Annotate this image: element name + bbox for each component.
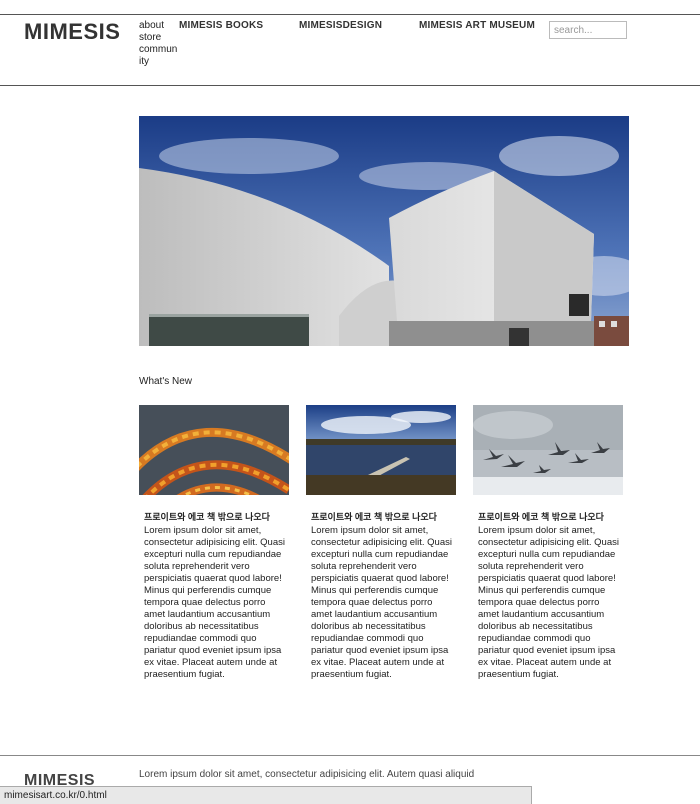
footer-rule xyxy=(0,755,700,756)
nav-community[interactable]: community xyxy=(139,44,179,68)
card-image-link[interactable] xyxy=(473,405,623,495)
braided-rope-photo xyxy=(139,405,289,495)
card-image-link[interactable] xyxy=(306,405,456,495)
geese-flying-photo xyxy=(473,405,623,495)
site-logo[interactable]: MIMESIS xyxy=(24,19,120,45)
nav-mimesis-art-museum[interactable]: MIMESIS ART MUSEUM xyxy=(419,20,535,31)
card-title[interactable]: 프로이트와 에코 책 밖으로 나오다 xyxy=(144,511,284,523)
card-image-link[interactable] xyxy=(139,405,289,495)
museum-building-photo xyxy=(139,116,629,346)
card-body: Lorem ipsum dolor sit amet, consectetur … xyxy=(144,525,285,680)
hero-image[interactable] xyxy=(139,116,629,346)
whats-new-heading: What's New xyxy=(139,376,193,387)
nav-mimesis-books[interactable]: MIMESIS BOOKS xyxy=(179,20,263,31)
browser-status-bar: mimesisart.co.kr/0.html xyxy=(0,786,532,804)
lake-pier-photo xyxy=(306,405,456,495)
nav-about[interactable]: about xyxy=(139,20,179,32)
nav-store[interactable]: store xyxy=(139,32,179,44)
search-input[interactable] xyxy=(549,21,627,39)
secondary-nav: about store community xyxy=(139,20,179,68)
news-card: 프로이트와 에코 책 밖으로 나오다 Lorem ipsum dolor sit… xyxy=(139,405,289,681)
news-card: 프로이트와 에코 책 밖으로 나오다 Lorem ipsum dolor sit… xyxy=(306,405,456,681)
card-title[interactable]: 프로이트와 에코 책 밖으로 나오다 xyxy=(311,511,451,523)
news-card: 프로이트와 에코 책 밖으로 나오다 Lorem ipsum dolor sit… xyxy=(473,405,623,681)
header-top-rule xyxy=(0,14,700,15)
footer-text: Lorem ipsum dolor sit amet, consectetur … xyxy=(139,769,475,780)
card-body: Lorem ipsum dolor sit amet, consectetur … xyxy=(478,525,619,680)
nav-mimesisdesign[interactable]: MIMESISDESIGN xyxy=(299,20,382,31)
card-body: Lorem ipsum dolor sit amet, consectetur … xyxy=(311,525,452,680)
card-title[interactable]: 프로이트와 에코 책 밖으로 나오다 xyxy=(478,511,618,523)
header-bottom-rule xyxy=(0,85,700,86)
